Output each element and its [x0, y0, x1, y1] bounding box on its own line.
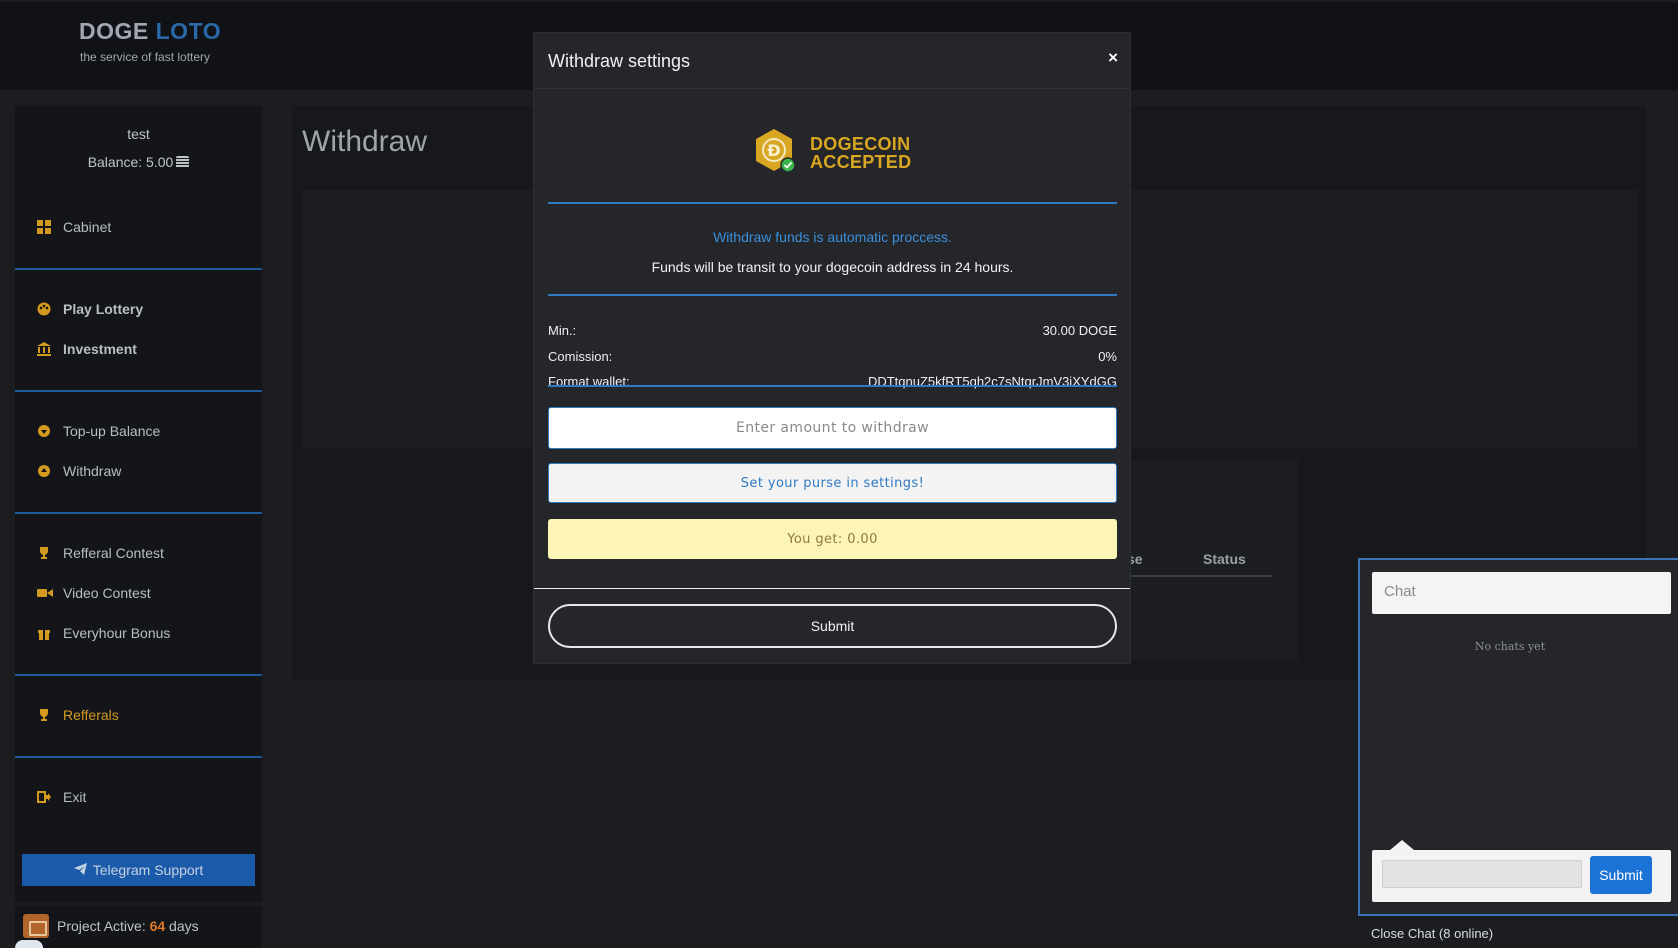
- site-logo[interactable]: DOGE LOTO: [79, 18, 221, 45]
- project-active-card: Project Active: 64 days: [15, 906, 262, 948]
- svg-text:Ð: Ð: [767, 141, 780, 160]
- bank-icon: [37, 342, 51, 356]
- logo-line-dogecoin: DOGECOIN: [810, 134, 911, 154]
- commission-value: 0%: [1098, 349, 1117, 364]
- calendar-icon: [23, 914, 49, 938]
- sidebar-item-label: Play Lottery: [63, 301, 144, 317]
- submit-button[interactable]: Submit: [548, 604, 1117, 648]
- sidebar-divider: [15, 268, 262, 270]
- logo-line-accepted: ACCEPTED: [810, 152, 912, 172]
- sidebar: test Balance: 5.00 Cabinet Play Lottery …: [15, 106, 262, 902]
- sidebar-item-label: Top-up Balance: [63, 423, 161, 439]
- logo-doge: DOGE: [79, 18, 149, 44]
- dogecoin-accepted-logo: Ð DOGECOIN ACCEPTED: [752, 125, 912, 179]
- info-automatic: Withdraw funds is automatic proccess.: [713, 229, 952, 245]
- sidebar-item-label: Everyhour Bonus: [63, 625, 171, 641]
- sidebar-item-video-contest[interactable]: Video Contest: [37, 585, 151, 601]
- video-camera-icon: [37, 586, 53, 600]
- min-row: Min.: 30.00 DOGE: [548, 323, 1117, 338]
- grid-icon: [37, 220, 51, 234]
- palette-icon: [37, 302, 51, 316]
- min-label: Min.:: [548, 323, 577, 338]
- sidebar-item-top-up-balance[interactable]: Top-up Balance: [37, 423, 160, 439]
- modal-footer-divider: [534, 588, 1130, 589]
- chat-form-pointer: [1390, 840, 1414, 850]
- project-suffix: days: [165, 918, 199, 934]
- avatar[interactable]: [15, 940, 43, 948]
- trophy-icon: [37, 546, 51, 560]
- table-header-underline: [1110, 575, 1272, 577]
- sidebar-item-withdraw[interactable]: Withdraw: [37, 463, 121, 479]
- chat-widget: Chat No chats yet Submit: [1358, 558, 1678, 916]
- telegram-support-label: Telegram Support: [92, 862, 204, 878]
- table-header-status: Status: [1203, 551, 1246, 567]
- modal-divider: [548, 385, 1117, 387]
- sidebar-item-exit[interactable]: Exit: [37, 789, 86, 805]
- sidebar-item-label: Cabinet: [63, 219, 112, 235]
- telegram-support-button[interactable]: Telegram Support: [22, 854, 255, 886]
- page-title: Withdraw: [302, 125, 428, 158]
- user-name: test: [127, 126, 150, 142]
- trophy-icon: [37, 708, 51, 722]
- chat-submit-button[interactable]: Submit: [1590, 856, 1652, 894]
- sidebar-item-label: Investment: [63, 341, 137, 357]
- arrow-down-circle-icon: [37, 424, 51, 438]
- sidebar-item-investment[interactable]: Investment: [37, 341, 137, 357]
- balance-text: Balance: 5.00: [87, 154, 174, 170]
- coins-icon: [176, 156, 190, 168]
- sidebar-item-play-lottery[interactable]: Play Lottery: [37, 301, 143, 317]
- chat-empty-text: No chats yet: [1474, 640, 1546, 653]
- modal-title: Withdraw settings: [548, 51, 691, 71]
- gift-icon: [37, 626, 51, 640]
- sidebar-item-refferals[interactable]: Refferals: [37, 707, 119, 723]
- modal-divider: [548, 294, 1117, 296]
- sign-out-icon: [37, 790, 51, 804]
- info-transit: Funds will be transit to your dogecoin a…: [651, 259, 1014, 275]
- chat-form: Submit: [1372, 850, 1671, 902]
- sidebar-item-label: Withdraw: [63, 463, 122, 479]
- chat-title: Chat: [1372, 572, 1671, 614]
- modal-header: Withdraw settings ×: [534, 33, 1130, 89]
- commission-label: Comission:: [548, 349, 613, 364]
- dogecoin-icon: Ð: [756, 129, 796, 173]
- modal-divider: [548, 202, 1117, 204]
- site-tagline: the service of fast lottery: [80, 50, 211, 64]
- sidebar-item-everyhour-bonus[interactable]: Everyhour Bonus: [37, 625, 170, 641]
- sidebar-item-refferal-contest[interactable]: Refferal Contest: [37, 545, 164, 561]
- arrow-up-circle-icon: [37, 464, 51, 478]
- paper-plane-icon: [73, 862, 87, 878]
- min-value: 30.00 DOGE: [1042, 323, 1117, 338]
- sidebar-divider: [15, 756, 262, 758]
- sidebar-divider: [15, 512, 262, 514]
- project-days: 64: [149, 918, 166, 934]
- purse-field[interactable]: Set your purse in settings!: [548, 463, 1117, 503]
- dogecoin-accepted-text: DOGECOIN ACCEPTED: [810, 135, 911, 171]
- project-active-text: Project Active: 64 days: [57, 918, 199, 934]
- user-balance: Balance: 5.00: [15, 154, 262, 170]
- project-prefix: Project Active:: [57, 918, 150, 934]
- commission-row: Comission: 0%: [548, 349, 1117, 364]
- sidebar-item-label: Exit: [63, 789, 87, 805]
- sidebar-divider: [15, 674, 262, 676]
- sidebar-item-label: Refferals: [63, 707, 119, 723]
- chat-message-input[interactable]: [1382, 860, 1582, 888]
- logo-loto: LOTO: [155, 18, 222, 44]
- sidebar-divider: [15, 390, 262, 392]
- sidebar-item-label: Video Contest: [63, 585, 151, 601]
- withdraw-settings-modal: Withdraw settings × Ð DOGECOIN ACCEPTED …: [533, 32, 1131, 664]
- close-chat-link[interactable]: Close Chat (8 online): [1371, 926, 1493, 941]
- amount-input[interactable]: [548, 407, 1117, 449]
- sidebar-item-label: Refferal Contest: [63, 545, 164, 561]
- close-icon[interactable]: ×: [1108, 48, 1118, 68]
- you-get-field: You get: 0.00: [548, 519, 1117, 559]
- sidebar-item-cabinet[interactable]: Cabinet: [37, 219, 111, 235]
